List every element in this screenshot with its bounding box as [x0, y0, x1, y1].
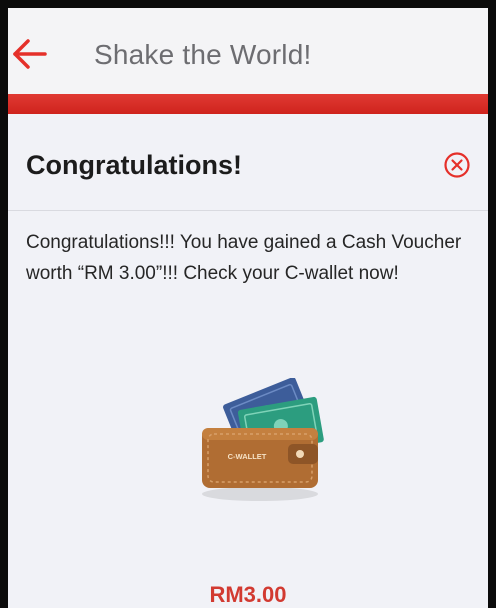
app-bar: Shake the World!: [8, 8, 488, 94]
congratulations-dialog: Congratulations! Congratulations!!! You …: [8, 114, 488, 608]
page-title: Shake the World!: [94, 39, 312, 70]
screen-frame: Shake the World! Congratulations! Congra…: [0, 0, 496, 608]
close-circle-icon: [444, 152, 470, 178]
c-wallet-illustration: C-WALLET: [196, 377, 336, 508]
arrow-left-icon: [13, 39, 47, 69]
back-button[interactable]: [10, 34, 50, 74]
c-wallet-icon: C-WALLET: [202, 377, 324, 501]
dialog-message: Congratulations!!! You have gained a Cas…: [26, 232, 462, 284]
close-button[interactable]: [440, 148, 474, 182]
dialog-header: Congratulations!: [8, 114, 488, 211]
dialog-title: Congratulations!: [26, 150, 242, 180]
c-wallet-label: C-WALLET: [228, 452, 267, 461]
voucher-amount: RM3.00: [209, 582, 287, 607]
header-accent-bar: [8, 94, 488, 114]
